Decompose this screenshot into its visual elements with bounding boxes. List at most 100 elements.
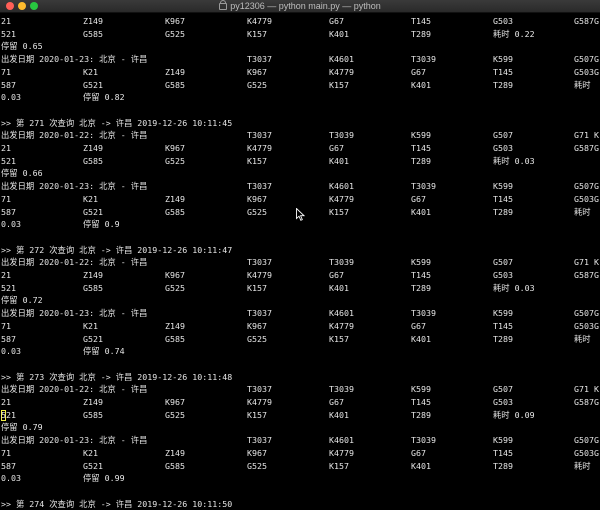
terminal-cell: Z149 [83, 143, 103, 153]
terminal-cell: T289 [411, 282, 431, 293]
terminal-cell: K599 [411, 257, 431, 268]
terminal-cell: T289 [411, 28, 431, 39]
terminal-cell: K599 [493, 308, 513, 319]
terminal-cell: G521 [83, 460, 103, 471]
terminal-cell: G521 [83, 79, 103, 90]
terminal-line: 0.03 停留 0.99 [0, 472, 600, 484]
terminal-cell: 出发日期 2020-01-22: 北京 - 许昌 [1, 384, 148, 395]
terminal-cell: 停留 0.74 [83, 346, 125, 357]
terminal-cell: K967 [247, 447, 267, 458]
terminal-line: 0.03 停留 0.82 [0, 91, 600, 103]
terminal-cell: K4779 [247, 16, 272, 26]
terminal-cell: K4779 [247, 397, 272, 407]
terminal-cell: 71 [1, 193, 11, 204]
terminal-cell: 停留 0.65 [1, 41, 43, 52]
terminal-cell: K599 [493, 54, 513, 65]
terminal-cell: G587G [574, 397, 599, 407]
terminal-cell: G503G [574, 66, 599, 77]
terminal-cell: 0.03 [1, 92, 21, 103]
terminal-cell: K157 [329, 206, 349, 217]
terminal-cell: G67 [329, 397, 344, 407]
terminal-line: 停留 0.66 [0, 167, 600, 179]
terminal-cell: G67 [411, 66, 426, 77]
terminal-cell: G585 [83, 282, 103, 293]
terminal-cell: K157 [247, 409, 267, 420]
terminal-cell: T3037 [247, 130, 272, 141]
window-title-text: py12306 — python main.py — python [230, 1, 381, 11]
terminal-line: 21 Z149 K967 K4779 G67 T145 G503 G587G [0, 142, 600, 154]
terminal-cell: 耗时 0.03 [493, 155, 535, 166]
terminal-cell: K21 [83, 193, 98, 204]
terminal-cell: 停留 0.72 [1, 295, 43, 306]
terminal-cell: G507G [574, 435, 599, 446]
terminal-cell: K4779 [329, 66, 354, 77]
terminal-cell: >> 第 271 次查询 北京 -> 许昌 2019-12-26 10:11:4… [1, 117, 233, 128]
terminal-cell: G525 [247, 206, 267, 217]
terminal-line: 出发日期 2020-01-22: 北京 - 许昌 T3037 T3039 K599 G5… [0, 256, 600, 268]
terminal-line: >> 第 273 次查询 北京 -> 许昌 2019-12-26 10:11:4… [0, 371, 600, 383]
terminal-cell: T289 [493, 333, 513, 344]
terminal-cell: K4779 [247, 270, 272, 280]
terminal-line: 71 K21 Z149 K967 K4779 G67 T145 G503G [0, 66, 600, 78]
terminal-cell: 0.03 [1, 219, 21, 230]
terminal-cell: 21 [1, 397, 11, 407]
terminal-cell: K967 [165, 16, 185, 26]
terminal-cell: T145 [411, 143, 431, 153]
terminal-cell: T289 [493, 79, 513, 90]
terminal-cell: 停留 0.66 [1, 168, 43, 179]
terminal-cell: Z149 [83, 397, 103, 407]
terminal-cell: G525 [165, 155, 185, 166]
terminal-cell: K401 [329, 28, 349, 39]
terminal-cell: T145 [411, 270, 431, 280]
terminal-cell: 21 [1, 143, 11, 153]
terminal-cell: G587G [574, 270, 599, 280]
terminal-cell: G507G [574, 308, 599, 319]
terminal-cell: K599 [493, 435, 513, 446]
terminal-cell: G507G [574, 181, 599, 192]
terminal-cell: G507G [574, 54, 599, 65]
terminal-cell: T145 [411, 16, 431, 26]
terminal-line: 21 Z149 K967 K4779 G67 T145 G503 G587G [0, 396, 600, 408]
terminal-cell: K967 [247, 320, 267, 331]
terminal-cell: 耗时 [574, 460, 591, 471]
terminal-cell: Z149 [83, 16, 103, 26]
terminal-line: 21 Z149 K967 K4779 G67 T145 G503 G587G [0, 15, 600, 27]
terminal-cell: T145 [493, 447, 513, 458]
terminal-cell: >> 第 273 次查询 北京 -> 许昌 2019-12-26 10:11:4… [1, 371, 233, 382]
terminal-line: 71 K21 Z149 K967 K4779 G67 T145 G503G [0, 447, 600, 459]
terminal-cell: T3039 [411, 435, 436, 446]
terminal-line: 71 K21 Z149 K967 K4779 G67 T145 G503G [0, 320, 600, 332]
terminal-cell: K4779 [329, 447, 354, 458]
terminal-cell: T3039 [329, 384, 354, 395]
terminal-cell: G507 [493, 257, 513, 268]
terminal-cell: Z149 [165, 320, 185, 331]
terminal-cell: 0.03 [1, 346, 21, 357]
terminal-cell: 耗时 [574, 206, 591, 217]
terminal-cell: K401 [329, 155, 349, 166]
terminal-line: 521 G585 G525 K157 K401 T289 耗时 0.03 [0, 155, 600, 167]
terminal-cell: K4779 [329, 320, 354, 331]
terminal-cell: 耗时 [574, 333, 591, 344]
terminal-cell: 71 [1, 447, 11, 458]
terminal-line: 停留 0.72 [0, 294, 600, 306]
terminal-cell: 21 [1, 16, 11, 26]
terminal-cell: G585 [83, 28, 103, 39]
terminal-line: 521 G585 G525 K157 K401 T289 耗时 0.09 [0, 409, 600, 421]
terminal-cell: G521 [83, 206, 103, 217]
terminal-window: py12306 — python main.py — python 21 Z149… [0, 0, 600, 509]
terminal-cell: K967 [247, 193, 267, 204]
terminal-cell: G67 [329, 16, 344, 26]
terminal-cell: T3037 [247, 435, 272, 446]
terminal-cell: K401 [411, 333, 431, 344]
terminal-cell: K967 [165, 270, 185, 280]
terminal-cell: G503G [574, 320, 599, 331]
terminal-cell: >> 第 274 次查询 北京 -> 许昌 2019-12-26 10:11:5… [1, 498, 233, 509]
terminal-cell: G507 [493, 384, 513, 395]
terminal-cell: K4779 [329, 193, 354, 204]
terminal-cell: G67 [329, 143, 344, 153]
terminal-cell: T3039 [411, 308, 436, 319]
terminal-cell: T145 [493, 320, 513, 331]
terminal-cell: T289 [411, 409, 431, 420]
